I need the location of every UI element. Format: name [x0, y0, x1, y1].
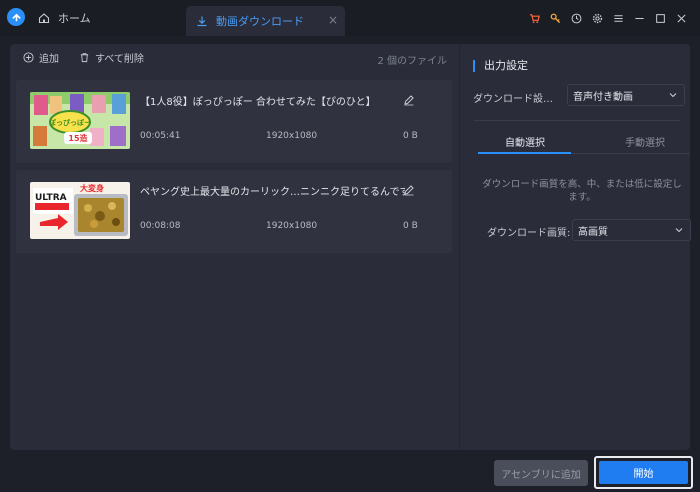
quality-description: ダウンロード画質を高、中、または低に設定します。: [482, 179, 682, 203]
video-size: 0 B: [403, 221, 418, 231]
download-type-select[interactable]: 音声付き動画: [567, 84, 685, 106]
quality-select[interactable]: 高画質: [572, 219, 691, 241]
list-toolbar: 追加 すべて削除 2 個のファイル: [10, 44, 459, 70]
tab-close-icon[interactable]: ×: [328, 13, 338, 27]
home-icon: [38, 13, 50, 24]
key-icon[interactable]: [545, 8, 566, 28]
delete-all-button[interactable]: すべて削除: [79, 50, 144, 65]
cart-icon[interactable]: [524, 8, 545, 28]
trash-icon: [80, 52, 89, 62]
video-thumbnail: ぽっぴっぽー 15造: [30, 92, 130, 149]
chevron-down-icon: [669, 93, 677, 98]
main-panel: 追加 すべて削除 2 個のファイル ぽっぴっぽー 15造 【1人8役】ぽっぴっぽ…: [10, 44, 691, 450]
add-label: 追加: [39, 53, 59, 65]
edit-icon[interactable]: [403, 181, 417, 196]
chevron-down-icon: [675, 228, 683, 233]
output-settings-panel: 出力設定 ダウンロード設… 音声付き動画 自動選択 手動選択 ダウンロード画質を…: [460, 44, 691, 450]
thumb-text: 15造: [68, 133, 87, 143]
video-size: 0 B: [403, 131, 418, 141]
settings-divider: [474, 120, 680, 121]
thumb-text-1: 大変身: [80, 183, 104, 193]
app-logo-icon: [7, 8, 25, 26]
download-setting-label: ダウンロード設…: [473, 94, 553, 105]
video-duration: 00:08:08: [140, 221, 181, 231]
settings-title: 出力設定: [473, 60, 528, 72]
download-type-value: 音声付き動画: [573, 91, 633, 103]
delete-all-label: すべて削除: [95, 53, 144, 65]
download-icon: [197, 16, 207, 27]
tab-manual-select[interactable]: 手動選択: [625, 134, 665, 149]
tab-home[interactable]: ホーム: [34, 0, 184, 36]
video-resolution: 1920x1080: [266, 131, 318, 141]
maximize-icon[interactable]: [650, 8, 671, 28]
video-thumbnail: 大変身 ULTRA: [30, 182, 130, 239]
video-list-panel: 追加 すべて削除 2 個のファイル ぽっぴっぽー 15造 【1人8役】ぽっぴっぽ…: [10, 44, 459, 450]
file-count: 2 個のファイル: [377, 56, 447, 67]
tab-auto-select[interactable]: 自動選択: [505, 134, 545, 149]
start-button[interactable]: 開始: [599, 461, 688, 484]
edit-icon[interactable]: [403, 91, 417, 106]
plus-circle-icon: [23, 51, 34, 63]
video-title: 【1人8役】ぽっぴっぽー 合わせてみた【ぴのひと】: [140, 97, 376, 108]
tab-video-download[interactable]: 動画ダウンロード ×: [186, 6, 345, 36]
tab-home-label: ホーム: [58, 12, 91, 25]
video-card[interactable]: ぽっぴっぽー 15造 【1人8役】ぽっぴっぽー 合わせてみた【ぴのひと】 00:…: [16, 80, 452, 163]
tab-download-label: 動画ダウンロード: [216, 15, 304, 28]
title-bar: ホーム 動画ダウンロード ×: [0, 0, 700, 36]
start-button-focus-ring: 開始: [594, 456, 693, 489]
quality-label: ダウンロード画質:: [487, 228, 571, 239]
add-to-assembly-button[interactable]: アセンブリに追加: [494, 460, 588, 486]
add-button[interactable]: 追加: [23, 50, 59, 65]
video-card[interactable]: 大変身 ULTRA ペヤング史上最大量のカーリック…ニンニク足りてるんです… 0…: [16, 170, 452, 253]
minimize-icon[interactable]: [629, 8, 650, 28]
clock-icon[interactable]: [566, 8, 587, 28]
active-tab-indicator: [478, 152, 571, 154]
close-icon[interactable]: [671, 8, 692, 28]
menu-icon[interactable]: [608, 8, 629, 28]
video-resolution: 1920x1080: [266, 221, 318, 231]
gear-icon[interactable]: [587, 8, 608, 28]
thumb-text-2: ULTRA: [35, 193, 67, 203]
quality-value: 高画質: [578, 226, 608, 238]
video-duration: 00:05:41: [140, 131, 181, 141]
video-title: ペヤング史上最大量のカーリック…ニンニク足りてるんです…: [140, 187, 405, 198]
svg-text:ぽっぴっぽー: ぽっぴっぽー: [49, 118, 91, 127]
window-controls: [524, 0, 692, 36]
